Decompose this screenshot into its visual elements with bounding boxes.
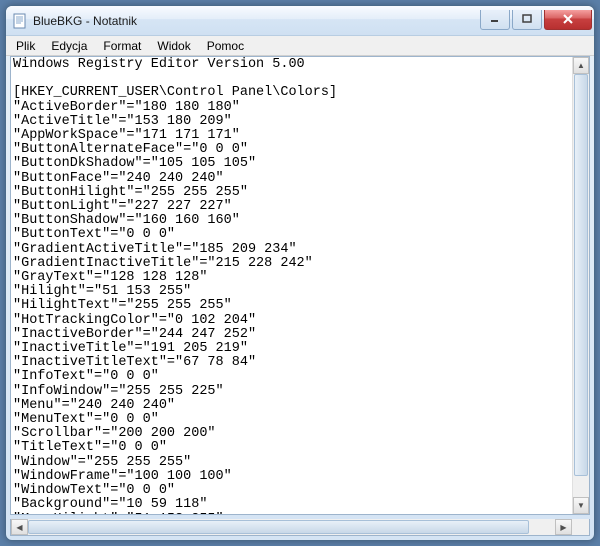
window-controls (480, 10, 592, 30)
vscroll-track[interactable] (573, 74, 589, 497)
title-bar[interactable]: BlueBKG - Notatnik (6, 6, 594, 36)
text-editor[interactable]: Windows Registry Editor Version 5.00 [HK… (11, 57, 572, 514)
resize-grip[interactable] (572, 519, 589, 535)
close-button[interactable] (544, 10, 592, 30)
horizontal-scrollbar[interactable]: ◀ ▶ (10, 519, 590, 536)
window-title: BlueBKG - Notatnik (33, 14, 480, 28)
scroll-down-button[interactable]: ▼ (573, 497, 589, 514)
close-icon (562, 14, 574, 24)
menu-widok[interactable]: Widok (149, 37, 198, 55)
hscroll-thumb[interactable] (28, 520, 529, 534)
scroll-up-button[interactable]: ▲ (573, 57, 589, 74)
menu-format[interactable]: Format (95, 37, 149, 55)
scroll-right-button[interactable]: ▶ (555, 519, 572, 535)
notepad-icon (12, 13, 28, 29)
menu-pomoc[interactable]: Pomoc (199, 37, 252, 55)
vscroll-thumb[interactable] (574, 74, 588, 476)
maximize-button[interactable] (512, 10, 542, 30)
minimize-icon (490, 14, 500, 24)
maximize-icon (522, 14, 532, 24)
vertical-scrollbar[interactable]: ▲ ▼ (572, 57, 589, 514)
notepad-window: BlueBKG - Notatnik Plik Edycja Format Wi… (5, 5, 595, 541)
content-area: Windows Registry Editor Version 5.00 [HK… (10, 56, 590, 515)
menu-bar: Plik Edycja Format Widok Pomoc (6, 36, 594, 56)
hscroll-track[interactable] (28, 519, 555, 535)
minimize-button[interactable] (480, 10, 510, 30)
menu-plik[interactable]: Plik (8, 37, 43, 55)
menu-edycja[interactable]: Edycja (43, 37, 95, 55)
scroll-left-button[interactable]: ◀ (11, 519, 28, 535)
